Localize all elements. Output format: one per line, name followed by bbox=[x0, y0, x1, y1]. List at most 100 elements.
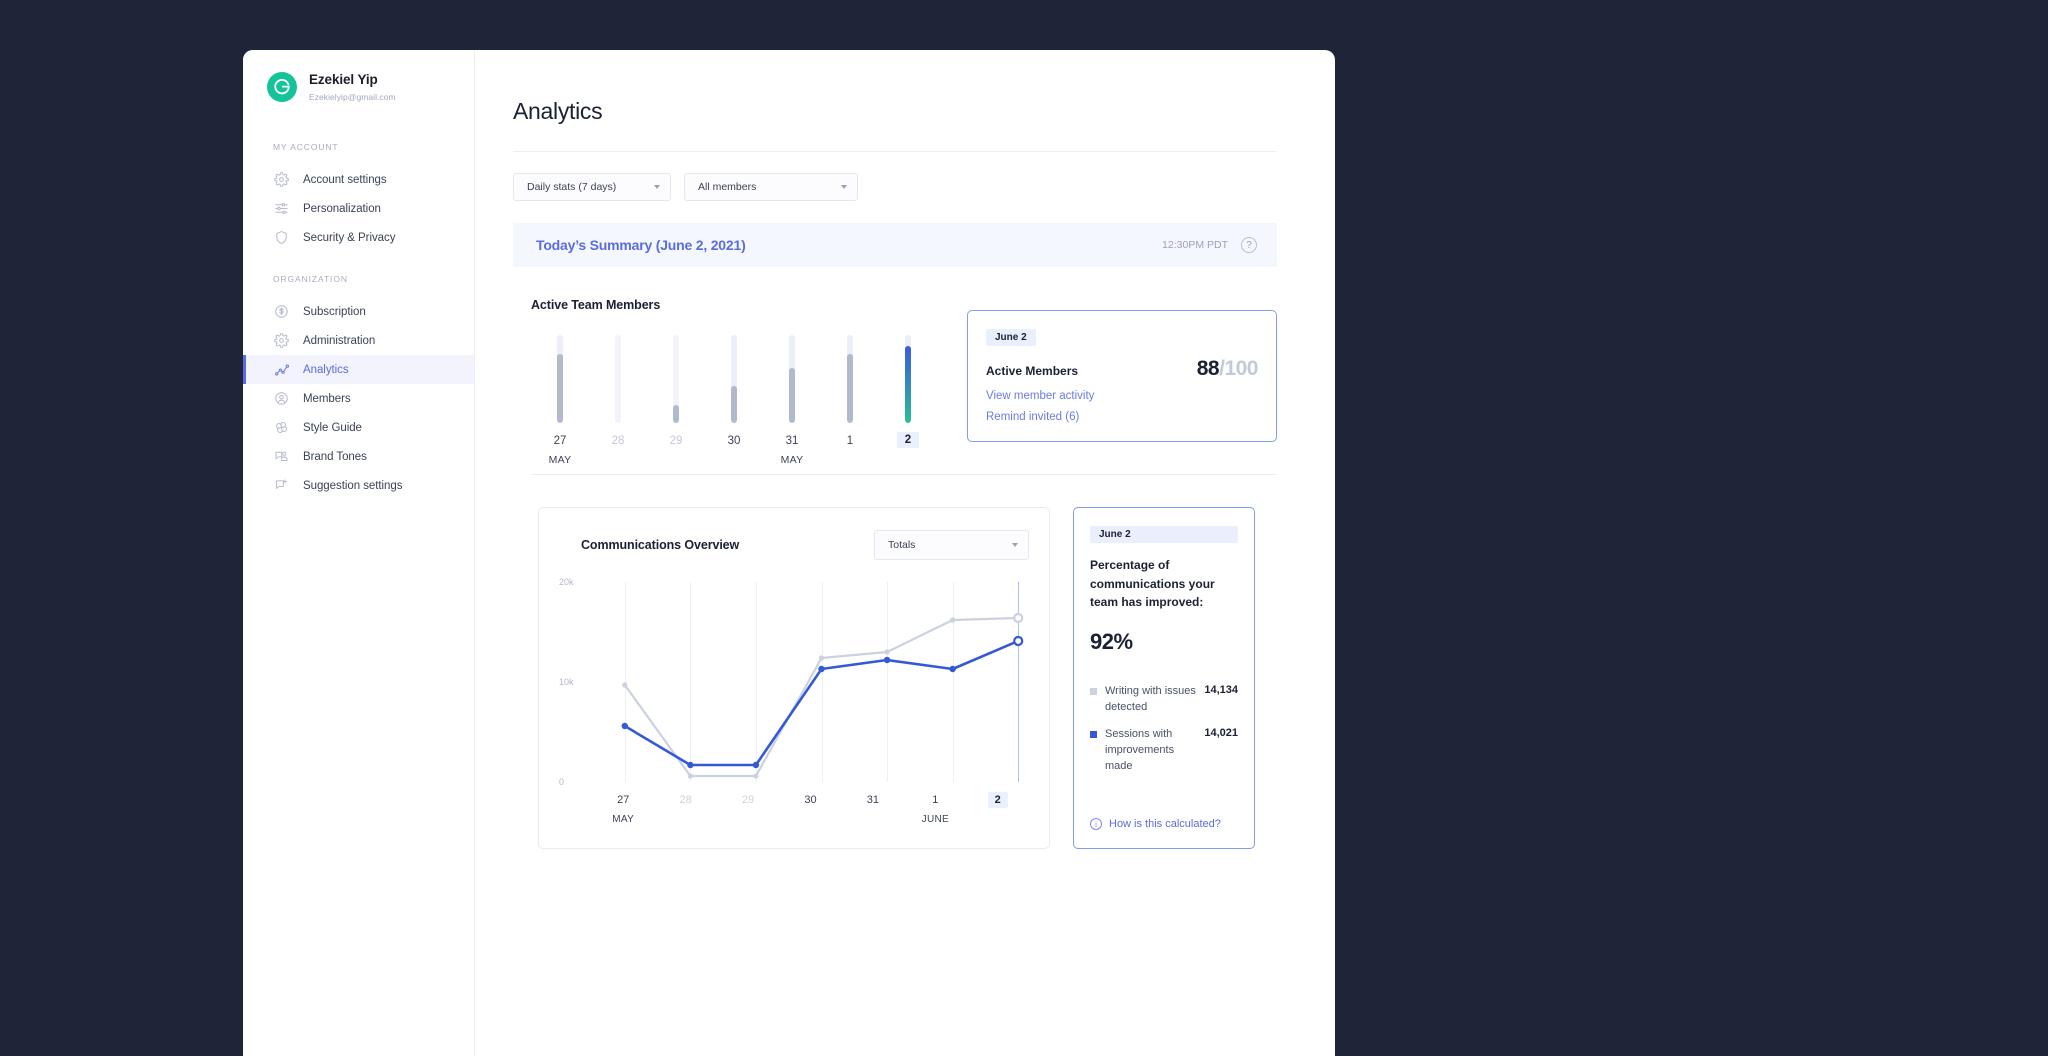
communications-overview-card: Communications Overview Totals 20k 10k 0… bbox=[538, 507, 1050, 849]
x-axis-tick: 28 bbox=[654, 790, 716, 825]
sidebar-item-subscription[interactable]: Subscription bbox=[243, 297, 474, 326]
nav-section-label: MY ACCOUNT bbox=[243, 142, 474, 152]
sidebar-item-label: Analytics bbox=[303, 364, 349, 376]
bar-x-label: 1 bbox=[847, 435, 853, 447]
sliders-icon bbox=[273, 200, 290, 217]
totals-select[interactable]: Totals bbox=[874, 530, 1029, 560]
style-guide-icon bbox=[273, 419, 290, 436]
bar-fill bbox=[731, 386, 737, 423]
active-team-bar-chart: 27MAY28293031MAY12 bbox=[531, 335, 947, 423]
data-point bbox=[1014, 637, 1022, 645]
sidebar-item-account-settings[interactable]: Account settings bbox=[243, 165, 474, 194]
x-day-label: 2 bbox=[988, 792, 1008, 808]
bar-x-label: 30 bbox=[728, 435, 741, 447]
percentage-heading: Percentage of communications your team h… bbox=[1090, 556, 1238, 612]
view-member-activity-link[interactable]: View member activity bbox=[986, 390, 1258, 402]
x-month-label: MAY bbox=[592, 814, 654, 825]
percentage-card: June 2 Percentage of communications your… bbox=[1073, 507, 1255, 849]
line-series bbox=[625, 618, 1018, 776]
bar-track bbox=[557, 335, 563, 423]
bar-fill bbox=[673, 405, 679, 423]
sidebar-item-label: Suggestion settings bbox=[303, 480, 402, 492]
line-chart-plot bbox=[592, 582, 1029, 782]
bar-column: 27MAY bbox=[531, 335, 589, 466]
bar-column: 30 bbox=[705, 335, 763, 447]
active-members-card: June 2 Active Members 88/100 View member… bbox=[967, 310, 1277, 442]
profile-email: Ezekielyip@gmail.com bbox=[309, 92, 396, 102]
members-filter-select[interactable]: All members bbox=[684, 173, 858, 201]
chart-legend: Writing with issues detected14,134Sessio… bbox=[1090, 673, 1238, 775]
data-point bbox=[753, 773, 758, 778]
bar-track bbox=[615, 335, 621, 423]
line-chart-svg bbox=[592, 582, 1051, 782]
data-point bbox=[950, 617, 955, 622]
sidebar-item-label: Subscription bbox=[303, 306, 366, 318]
data-point bbox=[1014, 614, 1022, 622]
date-pill: June 2 bbox=[986, 329, 1036, 346]
help-icon[interactable]: ? bbox=[1241, 237, 1257, 253]
sidebar-item-members[interactable]: Members bbox=[243, 384, 474, 413]
sidebar-item-security-privacy[interactable]: Security & Privacy bbox=[243, 223, 474, 252]
bar-track bbox=[905, 335, 911, 423]
remind-invited-link[interactable]: Remind invited (6) bbox=[986, 411, 1258, 423]
sidebar-item-label: Administration bbox=[303, 335, 375, 347]
x-axis-tick: 1JUNE bbox=[904, 790, 966, 825]
active-members-count: 88 bbox=[1197, 357, 1219, 380]
x-day-label: 1 bbox=[932, 794, 938, 806]
legend-value: 14,134 bbox=[1204, 684, 1238, 716]
active-members-label: Active Members bbox=[986, 364, 1078, 378]
x-day-label: 29 bbox=[742, 794, 754, 806]
sidebar-item-administration[interactable]: Administration bbox=[243, 326, 474, 355]
how-calculated-link[interactable]: i How is this calculated? bbox=[1090, 818, 1238, 832]
bar-x-label: 2 bbox=[897, 432, 919, 448]
analytics-icon bbox=[273, 361, 290, 378]
bar-x-label: 28 bbox=[612, 435, 625, 447]
active-members-value: 88/100 bbox=[1197, 357, 1258, 381]
y-tick-10k: 10k bbox=[559, 677, 574, 687]
y-tick-20k: 20k bbox=[559, 577, 574, 587]
legend-swatch bbox=[1090, 731, 1097, 738]
sidebar-item-suggestion-settings[interactable]: Suggestion settings bbox=[243, 471, 474, 500]
percentage-value: 92% bbox=[1090, 629, 1238, 655]
data-point bbox=[884, 649, 889, 654]
filter-row: Daily stats (7 days) All members bbox=[513, 173, 1277, 201]
bar-column: 28 bbox=[589, 335, 647, 447]
line-chart-x-axis: 27MAY282930311JUNE2 bbox=[592, 790, 1029, 825]
active-team-chart: Active Team Members 27MAY28293031MAY12 bbox=[531, 298, 947, 442]
suggestion-icon bbox=[273, 477, 290, 494]
gear-icon bbox=[273, 332, 290, 349]
date-range-value: Daily stats (7 days) bbox=[527, 181, 616, 193]
sidebar-item-label: Members bbox=[303, 393, 351, 405]
app-logo-icon bbox=[267, 72, 297, 102]
legend-item: Sessions with improvements made14,021 bbox=[1090, 727, 1238, 775]
communications-header: Communications Overview Totals bbox=[559, 530, 1029, 560]
user-circle-icon bbox=[273, 390, 290, 407]
members-filter-value: All members bbox=[698, 181, 756, 193]
date-range-select[interactable]: Daily stats (7 days) bbox=[513, 173, 671, 201]
data-point bbox=[753, 762, 759, 768]
communications-title: Communications Overview bbox=[581, 538, 739, 552]
bar-track bbox=[847, 335, 853, 423]
bar-fill bbox=[789, 368, 795, 423]
sidebar-item-brand-tones[interactable]: Brand Tones bbox=[243, 442, 474, 471]
bar-x-label: 27 bbox=[554, 435, 567, 447]
data-point bbox=[884, 657, 890, 663]
data-point bbox=[687, 762, 693, 768]
profile-block[interactable]: Ezekiel Yip Ezekielyip@gmail.com bbox=[243, 72, 474, 102]
sidebar-item-label: Account settings bbox=[303, 174, 387, 186]
bar-column: 29 bbox=[647, 335, 705, 447]
sidebar-item-style-guide[interactable]: Style Guide bbox=[243, 413, 474, 442]
page-title: Analytics bbox=[513, 98, 1277, 152]
sidebar-item-personalization[interactable]: Personalization bbox=[243, 194, 474, 223]
bar-track bbox=[789, 335, 795, 423]
data-point bbox=[949, 666, 955, 672]
bar-column: 2 bbox=[879, 335, 937, 448]
x-day-label: 27 bbox=[617, 794, 629, 806]
brand-tones-icon bbox=[273, 448, 290, 465]
sidebar-item-analytics[interactable]: Analytics bbox=[243, 355, 474, 384]
sidebar-item-label: Brand Tones bbox=[303, 451, 367, 463]
bar-x-label: 29 bbox=[670, 435, 683, 447]
bottom-row: Communications Overview Totals 20k 10k 0… bbox=[513, 507, 1277, 849]
sidebar-item-label: Style Guide bbox=[303, 422, 362, 434]
active-team-title: Active Team Members bbox=[531, 298, 947, 312]
